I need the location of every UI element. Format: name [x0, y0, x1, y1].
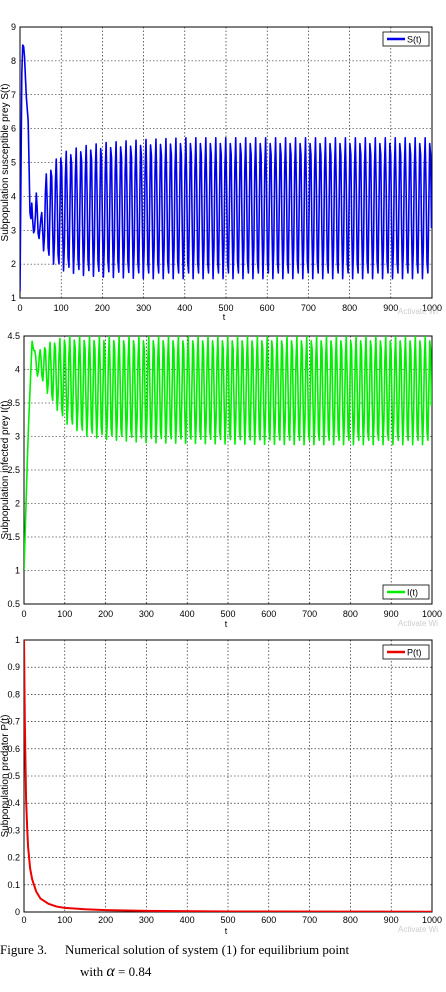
- y-tick-label: 6: [11, 124, 16, 134]
- y-tick-label: 0.1: [7, 880, 20, 890]
- x-tick-label: 400: [180, 609, 195, 619]
- x-tick-label: 600: [261, 609, 276, 619]
- y-tick-label: 0.2: [7, 853, 20, 863]
- x-axis-label: t: [223, 312, 226, 322]
- y-tick-label: 1: [15, 635, 20, 645]
- x-tick-label: 800: [342, 303, 357, 313]
- x-tick-label: 900: [383, 303, 398, 313]
- x-tick-label: 200: [98, 609, 113, 619]
- x-tick-label: 1000: [422, 915, 442, 925]
- x-tick-label: 200: [98, 915, 113, 925]
- x-tick-label: 600: [260, 303, 275, 313]
- x-tick-label: 0: [21, 915, 26, 925]
- x-axis-label: t: [225, 926, 228, 936]
- i-panel: 0 100 200 300 400 500 600 700 800 900 10000.511.52…: [0, 331, 442, 629]
- y-tick-label: 0.8: [7, 689, 20, 699]
- x-tick-label: 600: [261, 915, 276, 925]
- x-tick-label: 300: [139, 915, 154, 925]
- caption-alpha: α: [106, 963, 115, 980]
- caption-with: with: [80, 964, 104, 979]
- y-tick-label: 2: [11, 259, 16, 269]
- p-panel: 0 100 200 300 400 500 600 700 800 900 1000 0 0.1 0.2 0…: [0, 635, 442, 936]
- x-tick-label: 500: [220, 915, 235, 925]
- x-tick-label: 800: [343, 609, 358, 619]
- x-tick-label: 900: [384, 915, 399, 925]
- x-tick-label: 100: [54, 303, 69, 313]
- y-tick-label: 0: [15, 907, 20, 917]
- caption-alpha-value: = 0.84: [118, 964, 152, 979]
- legend-label: S(t): [407, 35, 422, 45]
- x-tick-label: 900: [384, 609, 399, 619]
- caption-label: Figure 3.: [0, 942, 47, 957]
- y-tick-label: 9: [11, 22, 16, 32]
- x-axis-label: t: [225, 619, 228, 629]
- y-tick-label: 2: [15, 499, 20, 509]
- y-tick-label: 1: [11, 293, 16, 303]
- watermark: Activate Wi: [398, 619, 438, 628]
- y-tick-label: 7: [11, 90, 16, 100]
- x-tick-label: 400: [177, 303, 192, 313]
- x-tick-label: 100: [57, 609, 72, 619]
- x-tick-label: 300: [139, 609, 154, 619]
- y-axis-label: Subpopulation susceptible prey S(t): [0, 84, 11, 242]
- x-tick-label: 500: [220, 609, 235, 619]
- y-tick-label: 4: [15, 365, 20, 375]
- y-tick-label: 8: [11, 56, 16, 66]
- x-tick-label: 700: [301, 303, 316, 313]
- watermark: Activate Wi: [398, 307, 438, 316]
- legend-label: P(t): [407, 648, 422, 658]
- x-tick-label: 700: [302, 915, 317, 925]
- figure: 0 100 200 300 400 500 600 700 800 900 100012345678…: [0, 22, 442, 936]
- y-tick-label: 3: [15, 432, 20, 442]
- x-tick-label: 0: [21, 609, 26, 619]
- y-axis-label: Subpopulation infected prey I(t): [0, 401, 11, 540]
- legend-label: I(t): [407, 588, 418, 598]
- x-tick-label: 300: [136, 303, 151, 313]
- y-tick-label: 3: [11, 225, 16, 235]
- y-tick-label: 0.9: [7, 662, 20, 672]
- y-tick-label: 0.5: [7, 599, 20, 609]
- x-tick-label: 0: [17, 303, 22, 313]
- watermark: Activate Wi: [398, 925, 438, 934]
- x-tick-label: 700: [302, 609, 317, 619]
- y-tick-label: 1: [15, 566, 20, 576]
- s-panel: 0 100 200 300 400 500 600 700 800 900 100012345678…: [0, 22, 442, 322]
- x-tick-label: 400: [180, 915, 195, 925]
- x-tick-label: 100: [57, 915, 72, 925]
- y-tick-label: 4.5: [7, 331, 20, 341]
- y-tick-label: 5: [11, 158, 16, 168]
- y-tick-label: 4: [11, 191, 16, 201]
- caption-text: Numerical solution of system (1) for equ…: [64, 942, 350, 957]
- x-tick-label: 800: [343, 915, 358, 925]
- x-tick-label: 500: [218, 303, 233, 313]
- x-tick-label: 200: [95, 303, 110, 313]
- y-axis-label: Subpopulation predator P(t): [0, 715, 11, 838]
- x-tick-label: 1000: [422, 609, 442, 619]
